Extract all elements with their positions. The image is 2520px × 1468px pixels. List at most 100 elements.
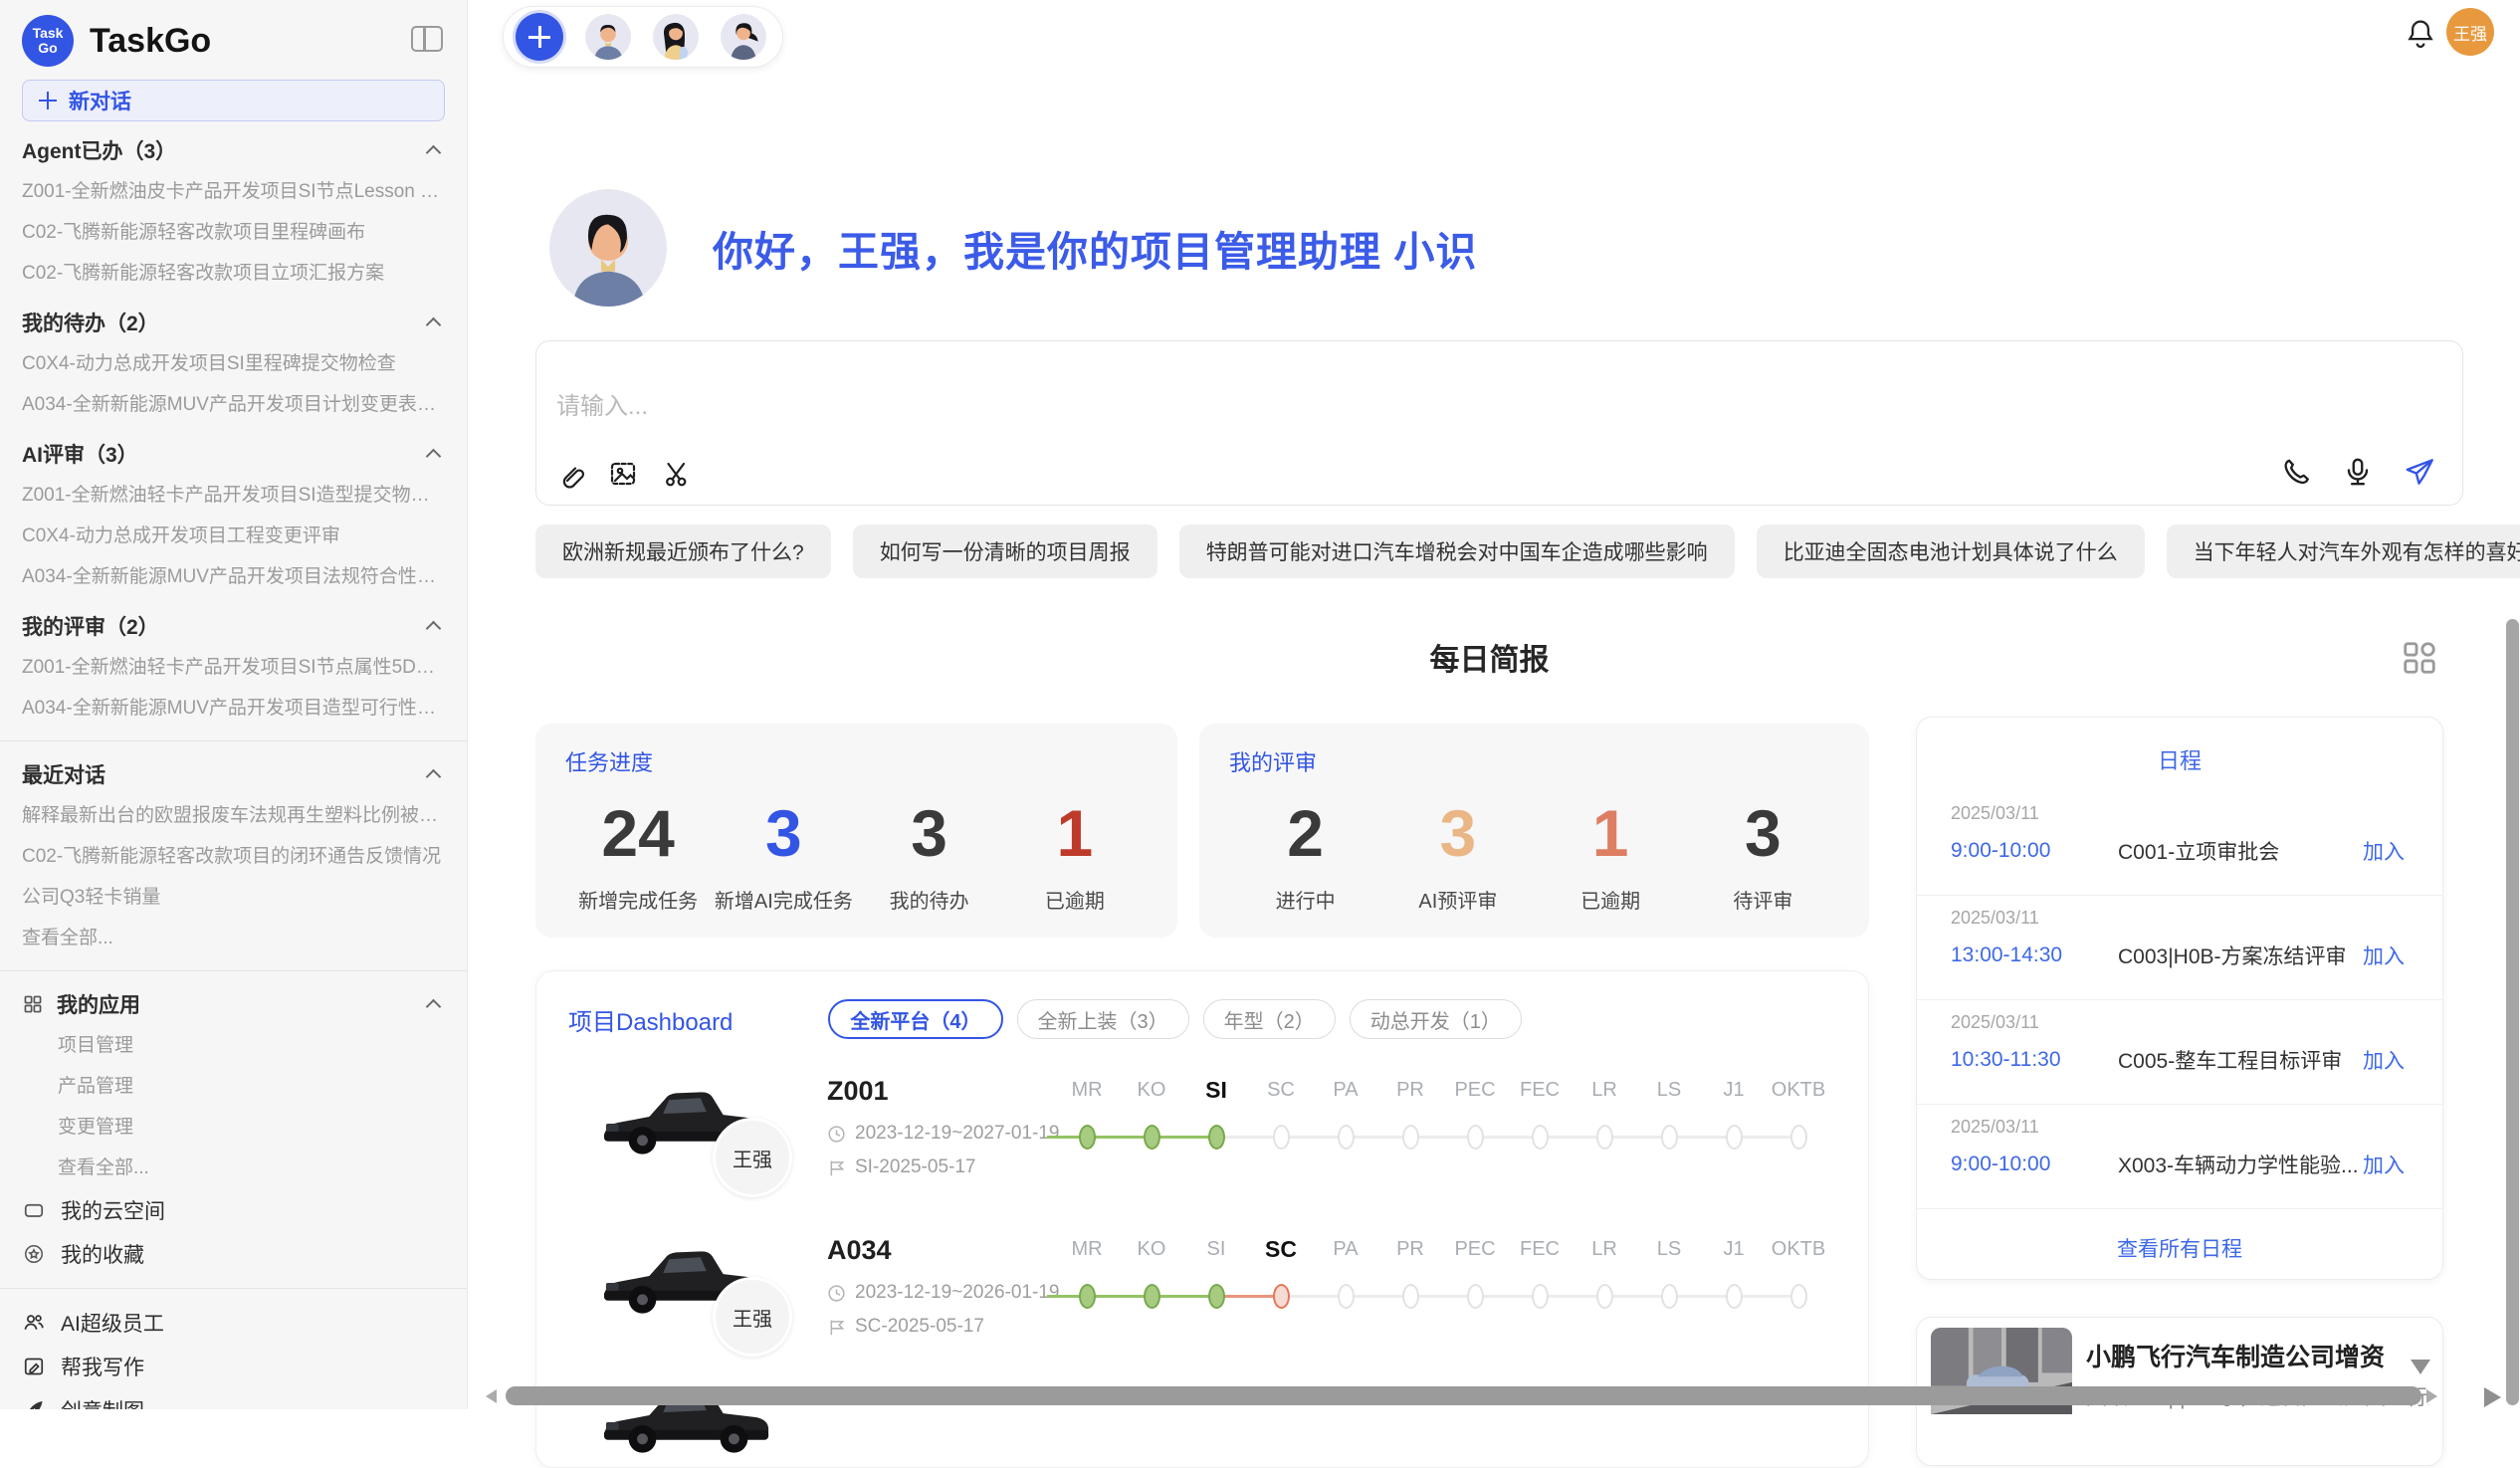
recent-chat-item[interactable]: 解释最新出台的欧盟报废车法规再生塑料比例被调至15%... xyxy=(22,795,445,836)
sidebar-task-item[interactable]: Z001-全新燃油轻卡产品开发项目SI造型提交物评审 xyxy=(22,475,445,516)
sidebar-task-item[interactable]: A034-全新新能源MUV产品开发项目计划变更表编写 xyxy=(22,384,445,425)
group-header-apps[interactable]: 我的应用 xyxy=(22,983,445,1025)
app-logo: Task Go xyxy=(22,15,74,67)
sidebar-task-item[interactable]: A034-全新新能源MUV产品开发项目法规符合性评审 xyxy=(22,556,445,597)
project-row[interactable]: 王强 Z001 2023-12-19~2027-01-19 SI-2025-05… xyxy=(536,1071,1869,1225)
chevron-up-icon[interactable] xyxy=(426,768,442,784)
sidebar-item-help-write[interactable]: 帮我写作 xyxy=(22,1345,445,1388)
scissors-icon[interactable] xyxy=(660,457,694,491)
sidebar-task-item[interactable]: C0X4-动力总成开发项目工程变更评审 xyxy=(22,516,445,556)
view-all-schedule-link[interactable]: 查看所有日程 xyxy=(1917,1233,2442,1263)
agent-avatar-1[interactable] xyxy=(585,14,631,60)
group-header-my-todo[interactable]: 我的待办（2） xyxy=(22,302,445,343)
group-header-recent[interactable]: 最近对话 xyxy=(22,753,445,795)
briefing-layout-icon[interactable] xyxy=(2401,639,2438,682)
schedule-card: 日程 2025/03/11 9:00-10:00 C001-立项审批会 加入 2… xyxy=(1916,717,2443,1280)
sidebar-group-recent: 最近对话 解释最新出台的欧盟报废车法规再生塑料比例被调至15%...C02-飞腾… xyxy=(22,753,445,958)
user-avatar-badge[interactable]: 王强 xyxy=(2446,8,2494,56)
sidebar-task-item[interactable]: A034-全新新能源MUV产品开发项目造型可行性评审 xyxy=(22,688,445,729)
stat: 3 新增AI完成任务 xyxy=(711,781,856,914)
stat: 1 已逾期 xyxy=(1002,781,1148,914)
sidebar-app-item[interactable]: 变更管理 xyxy=(22,1107,445,1148)
chevron-up-icon[interactable] xyxy=(426,448,442,464)
sidebar-task-item[interactable]: C02-飞腾新能源轻客改款项目立项汇报方案 xyxy=(22,253,445,294)
microphone-icon[interactable] xyxy=(2341,455,2375,489)
sidebar-item-label: 我的收藏 xyxy=(61,1239,144,1269)
milestone-node xyxy=(1273,1125,1290,1150)
stat-label: 已逾期 xyxy=(1002,885,1148,914)
timeline-segment xyxy=(1604,1136,1669,1139)
group-header-ai-review[interactable]: AI评审（3） xyxy=(22,433,445,475)
chevron-up-icon[interactable] xyxy=(426,144,442,160)
sidebar-task-item[interactable]: Z001-全新燃油轻卡产品开发项目SI节点属性5D文件评审 xyxy=(22,647,445,688)
vertical-scrollbar[interactable] xyxy=(2506,619,2519,1405)
stat-value: 3 xyxy=(1381,781,1534,885)
schedule-item: 2025/03/11 9:00-10:00 C001-立项审批会 加入 xyxy=(1917,791,2442,896)
send-icon[interactable] xyxy=(2403,455,2436,489)
hscroll-right-arrow[interactable] xyxy=(2426,1389,2437,1403)
image-icon[interactable] xyxy=(606,457,640,491)
add-agent-button[interactable] xyxy=(516,13,563,61)
sidebar-item-ai-staff[interactable]: AI超级员工 xyxy=(22,1301,445,1345)
card-title: 我的评审 xyxy=(1229,745,1839,777)
sidebar-divider xyxy=(0,1288,467,1289)
project-row[interactable]: 王强 A034 2023-12-19~2026-01-19 SC-2025-05… xyxy=(536,1230,1869,1384)
group-item-list: Z001-全新燃油轻卡产品开发项目SI造型提交物评审C0X4-动力总成开发项目工… xyxy=(22,475,445,597)
composer-tools-right xyxy=(2279,455,2436,489)
plus-icon xyxy=(39,92,57,109)
suggestion-chip[interactable]: 如何写一份清晰的项目周报 xyxy=(853,524,1157,578)
suggestion-chip[interactable]: 特朗普可能对进口汽车增税会对中国车企造成哪些影响 xyxy=(1179,524,1735,578)
schedule-list: 2025/03/11 9:00-10:00 C001-立项审批会 加入 2025… xyxy=(1917,791,2442,1209)
horizontal-scrollbar[interactable] xyxy=(506,1386,2421,1405)
milestone-node xyxy=(1273,1284,1290,1309)
join-link[interactable]: 加入 xyxy=(2363,836,2405,866)
join-link[interactable]: 加入 xyxy=(2363,941,2405,970)
greeting-text: 你好，王强，我是你的项目管理助理 小识 xyxy=(713,218,1477,278)
sidebar-app-item[interactable]: 项目管理 xyxy=(22,1025,445,1066)
new-chat-button[interactable]: 新对话 xyxy=(22,80,445,121)
scroll-right-indicator[interactable] xyxy=(2484,1387,2501,1407)
sidebar-divider xyxy=(0,740,467,741)
task-progress-card: 任务进度 24 新增完成任务 3 新增AI完成任务 3 我的待办 1 已逾期 xyxy=(535,724,1177,938)
sidebar-task-item[interactable]: C0X4-动力总成开发项目SI里程碑提交物检查 xyxy=(22,343,445,384)
recent-chat-item[interactable]: C02-飞腾新能源轻客改款项目的闭环通告反馈情况 xyxy=(22,836,445,877)
chevron-up-icon[interactable] xyxy=(426,998,442,1014)
chevron-up-icon[interactable] xyxy=(426,620,442,636)
sidebar-task-item[interactable]: C02-飞腾新能源轻客改款项目里程碑画布 xyxy=(22,212,445,253)
stat-label: 我的待办 xyxy=(857,885,1002,914)
phone-icon[interactable] xyxy=(2279,455,2313,489)
sidebar-collapse-icon[interactable] xyxy=(411,26,443,52)
project-row-partial[interactable] xyxy=(536,1369,1869,1468)
agent-avatar-2[interactable] xyxy=(653,14,699,60)
recent-chat-item[interactable]: 公司Q3轻卡销量 xyxy=(22,877,445,918)
hscroll-left-arrow[interactable] xyxy=(486,1389,497,1403)
sidebar-item-creative-draw[interactable]: 创意制图 xyxy=(22,1388,445,1409)
sidebar-item-cloud-space[interactable]: 我的云空间 xyxy=(22,1188,445,1232)
suggestion-chip[interactable]: 当下年轻人对汽车外观有怎样的喜好趋势 xyxy=(2167,524,2520,578)
agent-avatar-3[interactable] xyxy=(721,14,766,60)
sidebar-task-item[interactable]: Z001-全新燃油皮卡产品开发项目SI节点Lesson Learn报告 xyxy=(22,171,445,212)
chat-input[interactable] xyxy=(556,393,1950,421)
sidebar-app-item[interactable]: 查看全部... xyxy=(22,1148,445,1188)
schedule-date: 2025/03/11 xyxy=(1951,908,2405,929)
milestone-node xyxy=(1208,1284,1225,1309)
join-link[interactable]: 加入 xyxy=(2363,1150,2405,1179)
scroll-down-indicator[interactable] xyxy=(2411,1360,2430,1374)
apps-item-list: 项目管理产品管理变更管理查看全部... xyxy=(22,1025,445,1188)
suggestion-chip[interactable]: 比亚迪全固态电池计划具体说了什么 xyxy=(1757,524,2145,578)
sidebar-item-favorites[interactable]: 我的收藏 xyxy=(22,1232,445,1276)
attachment-icon[interactable] xyxy=(552,457,586,491)
group-header-my-review[interactable]: 我的评审（2） xyxy=(22,605,445,647)
milestone-node xyxy=(1338,1125,1355,1150)
group-header-agent-done[interactable]: Agent已办（3） xyxy=(22,129,445,171)
suggestion-chip[interactable]: 欧洲新规最近颁布了什么? xyxy=(535,524,831,578)
recent-view-all[interactable]: 查看全部... xyxy=(22,918,445,958)
notification-bell-icon[interactable] xyxy=(2403,16,2438,57)
milestone-node xyxy=(1144,1284,1160,1309)
chevron-up-icon[interactable] xyxy=(426,316,442,332)
project-dates: 2023-12-19~2027-01-19 xyxy=(827,1123,1059,1145)
schedule-time: 9:00-10:00 xyxy=(1951,839,2118,863)
sidebar-app-item[interactable]: 产品管理 xyxy=(22,1066,445,1107)
join-link[interactable]: 加入 xyxy=(2363,1045,2405,1075)
timeline-segment xyxy=(1216,1136,1281,1139)
